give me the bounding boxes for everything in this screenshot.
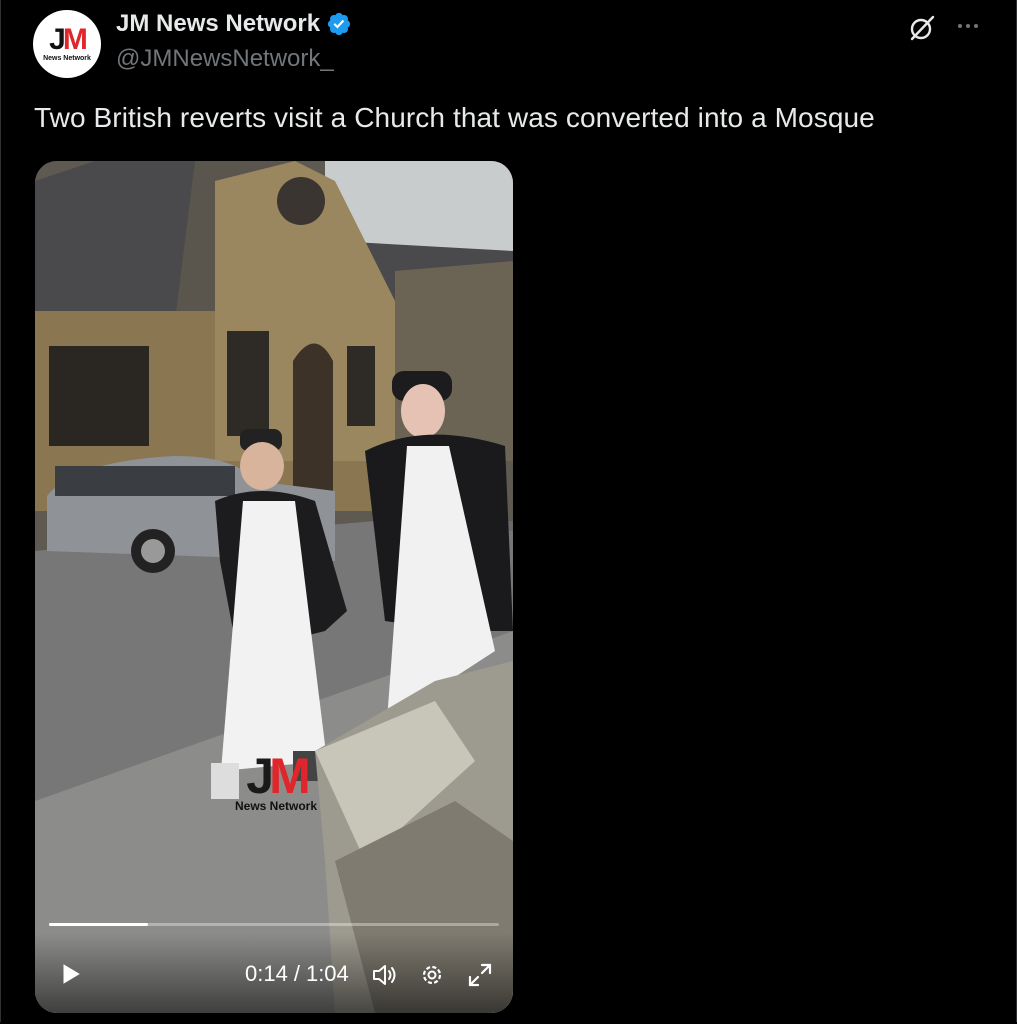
- video-time: 0:14 / 1:04: [245, 961, 349, 987]
- avatar-logo: JM: [49, 22, 88, 56]
- fullscreen-icon[interactable]: [467, 962, 493, 988]
- video-progress-bar[interactable]: [49, 923, 499, 926]
- more-icon[interactable]: [952, 10, 984, 42]
- display-name[interactable]: JM News Network: [116, 10, 320, 38]
- avatar[interactable]: JM News Network: [33, 10, 101, 78]
- play-icon[interactable]: [57, 961, 83, 987]
- time-separator: /: [293, 961, 300, 986]
- watermark-subtitle: News Network: [234, 799, 318, 813]
- watermark-logo: JM: [246, 748, 310, 804]
- tweet-text: Two British reverts visit a Church that …: [34, 102, 875, 133]
- current-time: 0:14: [245, 961, 288, 986]
- volume-icon[interactable]: [371, 961, 399, 989]
- video-frame-image: [35, 161, 513, 1013]
- avatar-logo-subtitle: News Network: [43, 54, 91, 62]
- grok-icon[interactable]: [906, 12, 938, 44]
- author-handle[interactable]: @JMNewsNetwork_: [116, 45, 334, 73]
- settings-icon[interactable]: [419, 962, 445, 988]
- video-watermark: JM News Network: [231, 751, 321, 813]
- author-row: JM News Network: [116, 10, 352, 38]
- video-progress-fill: [49, 923, 148, 926]
- verified-badge-icon[interactable]: [326, 11, 352, 37]
- video-player[interactable]: JM News Network 0:14 / 1:04: [35, 161, 513, 1013]
- duration: 1:04: [305, 961, 349, 986]
